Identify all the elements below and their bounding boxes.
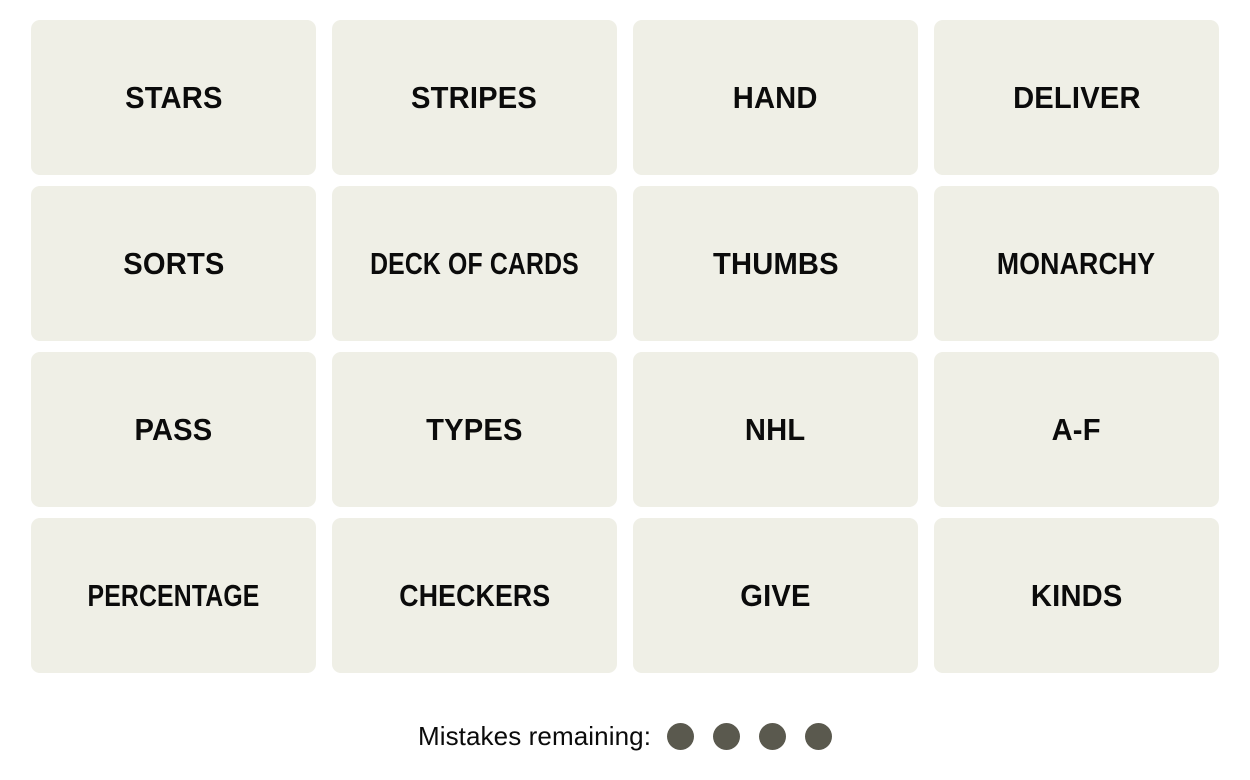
word-tile[interactable]: DELIVER bbox=[934, 20, 1219, 175]
word-tile[interactable]: TYPES bbox=[332, 352, 617, 507]
word-tile[interactable]: THUMBS bbox=[633, 186, 918, 341]
word-tile-label: TYPES bbox=[426, 412, 523, 447]
word-tile-label: THUMBS bbox=[712, 246, 839, 281]
word-tile-label: HAND bbox=[733, 80, 818, 115]
word-tile-label: KINDS bbox=[1030, 578, 1123, 613]
word-tile-label: STRIPES bbox=[411, 80, 538, 115]
word-tile[interactable]: STARS bbox=[31, 20, 316, 175]
word-tile-grid: STARS STRIPES HAND DELIVER SORTS DECK OF… bbox=[31, 20, 1219, 673]
mistake-dot-icon bbox=[805, 722, 833, 750]
word-tile-label: A-F bbox=[1051, 412, 1102, 447]
mistakes-dot-group bbox=[667, 722, 833, 750]
word-tile-label: GIVE bbox=[740, 578, 811, 613]
word-tile[interactable]: A-F bbox=[934, 352, 1219, 507]
word-tile[interactable]: STRIPES bbox=[332, 20, 617, 175]
mistakes-remaining: Mistakes remaining: bbox=[0, 713, 1250, 759]
word-tile[interactable]: HAND bbox=[633, 20, 918, 175]
word-tile[interactable]: SORTS bbox=[31, 186, 316, 341]
word-tile[interactable]: DECK OF CARDS bbox=[332, 186, 617, 341]
mistake-dot-icon bbox=[759, 722, 787, 750]
word-tile[interactable]: PASS bbox=[31, 352, 316, 507]
word-tile-label: CHECKERS bbox=[398, 578, 550, 613]
word-tile[interactable]: CHECKERS bbox=[332, 518, 617, 673]
word-tile[interactable]: PERCENTAGE bbox=[31, 518, 316, 673]
word-tile[interactable]: NHL bbox=[633, 352, 918, 507]
word-tile[interactable]: KINDS bbox=[934, 518, 1219, 673]
word-tile-label: PERCENTAGE bbox=[87, 578, 260, 613]
word-tile-label: STARS bbox=[124, 80, 223, 115]
word-tile[interactable]: GIVE bbox=[633, 518, 918, 673]
mistakes-remaining-label: Mistakes remaining: bbox=[417, 721, 652, 751]
word-tile-label: NHL bbox=[745, 412, 806, 447]
word-tile-label: PASS bbox=[134, 412, 213, 447]
word-tile[interactable]: MONARCHY bbox=[934, 186, 1219, 341]
word-tile-label: SORTS bbox=[122, 246, 225, 281]
mistake-dot-icon bbox=[713, 722, 741, 750]
word-tile-label: MONARCHY bbox=[997, 246, 1156, 281]
word-tile-label: DELIVER bbox=[1012, 80, 1141, 115]
connections-game-board: STARS STRIPES HAND DELIVER SORTS DECK OF… bbox=[0, 0, 1250, 780]
word-tile-label: DECK OF CARDS bbox=[370, 246, 579, 281]
mistake-dot-icon bbox=[667, 722, 695, 750]
